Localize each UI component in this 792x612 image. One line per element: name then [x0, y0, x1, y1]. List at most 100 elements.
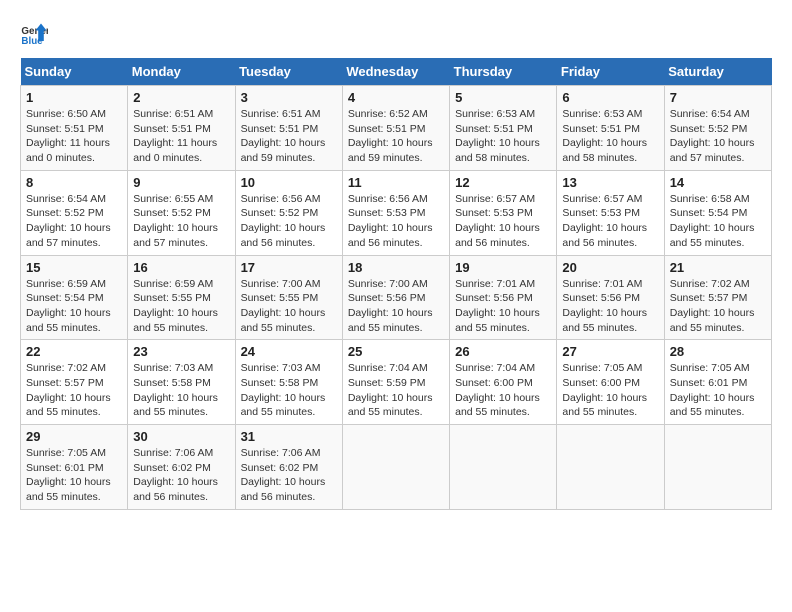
day-info: Sunrise: 7:00 AM Sunset: 5:56 PM Dayligh… — [348, 277, 444, 336]
calendar-cell — [450, 425, 557, 510]
calendar-cell — [557, 425, 664, 510]
day-number: 9 — [133, 175, 229, 190]
day-number: 22 — [26, 344, 122, 359]
day-info: Sunrise: 6:50 AM Sunset: 5:51 PM Dayligh… — [26, 107, 122, 166]
day-number: 7 — [670, 90, 766, 105]
day-number: 18 — [348, 260, 444, 275]
day-number: 27 — [562, 344, 658, 359]
day-info: Sunrise: 7:06 AM Sunset: 6:02 PM Dayligh… — [133, 446, 229, 505]
calendar-cell: 6 Sunrise: 6:53 AM Sunset: 5:51 PM Dayli… — [557, 86, 664, 171]
day-number: 4 — [348, 90, 444, 105]
day-info: Sunrise: 7:02 AM Sunset: 5:57 PM Dayligh… — [26, 361, 122, 420]
day-number: 26 — [455, 344, 551, 359]
day-number: 23 — [133, 344, 229, 359]
logo: General Blue — [20, 20, 52, 48]
day-number: 28 — [670, 344, 766, 359]
calendar-cell: 15 Sunrise: 6:59 AM Sunset: 5:54 PM Dayl… — [21, 255, 128, 340]
day-info: Sunrise: 6:59 AM Sunset: 5:55 PM Dayligh… — [133, 277, 229, 336]
logo-icon: General Blue — [20, 20, 48, 48]
calendar-cell — [342, 425, 449, 510]
calendar-week-2: 8 Sunrise: 6:54 AM Sunset: 5:52 PM Dayli… — [21, 170, 772, 255]
day-number: 8 — [26, 175, 122, 190]
page-header: General Blue — [20, 20, 772, 48]
calendar-week-4: 22 Sunrise: 7:02 AM Sunset: 5:57 PM Dayl… — [21, 340, 772, 425]
calendar-cell: 17 Sunrise: 7:00 AM Sunset: 5:55 PM Dayl… — [235, 255, 342, 340]
calendar-cell: 19 Sunrise: 7:01 AM Sunset: 5:56 PM Dayl… — [450, 255, 557, 340]
day-info: Sunrise: 6:53 AM Sunset: 5:51 PM Dayligh… — [562, 107, 658, 166]
day-number: 5 — [455, 90, 551, 105]
calendar-table: SundayMondayTuesdayWednesdayThursdayFrid… — [20, 58, 772, 510]
day-number: 2 — [133, 90, 229, 105]
calendar-cell — [664, 425, 771, 510]
day-info: Sunrise: 6:51 AM Sunset: 5:51 PM Dayligh… — [241, 107, 337, 166]
calendar-cell: 16 Sunrise: 6:59 AM Sunset: 5:55 PM Dayl… — [128, 255, 235, 340]
calendar-cell: 12 Sunrise: 6:57 AM Sunset: 5:53 PM Dayl… — [450, 170, 557, 255]
header-day-saturday: Saturday — [664, 58, 771, 86]
day-info: Sunrise: 7:01 AM Sunset: 5:56 PM Dayligh… — [455, 277, 551, 336]
calendar-cell: 7 Sunrise: 6:54 AM Sunset: 5:52 PM Dayli… — [664, 86, 771, 171]
calendar-week-3: 15 Sunrise: 6:59 AM Sunset: 5:54 PM Dayl… — [21, 255, 772, 340]
calendar-cell: 23 Sunrise: 7:03 AM Sunset: 5:58 PM Dayl… — [128, 340, 235, 425]
day-info: Sunrise: 7:05 AM Sunset: 6:01 PM Dayligh… — [26, 446, 122, 505]
calendar-cell: 11 Sunrise: 6:56 AM Sunset: 5:53 PM Dayl… — [342, 170, 449, 255]
calendar-cell: 21 Sunrise: 7:02 AM Sunset: 5:57 PM Dayl… — [664, 255, 771, 340]
day-info: Sunrise: 6:55 AM Sunset: 5:52 PM Dayligh… — [133, 192, 229, 251]
day-info: Sunrise: 7:00 AM Sunset: 5:55 PM Dayligh… — [241, 277, 337, 336]
day-number: 3 — [241, 90, 337, 105]
day-number: 15 — [26, 260, 122, 275]
day-number: 31 — [241, 429, 337, 444]
calendar-cell: 28 Sunrise: 7:05 AM Sunset: 6:01 PM Dayl… — [664, 340, 771, 425]
calendar-cell: 24 Sunrise: 7:03 AM Sunset: 5:58 PM Dayl… — [235, 340, 342, 425]
calendar-cell: 31 Sunrise: 7:06 AM Sunset: 6:02 PM Dayl… — [235, 425, 342, 510]
calendar-cell: 5 Sunrise: 6:53 AM Sunset: 5:51 PM Dayli… — [450, 86, 557, 171]
calendar-cell: 3 Sunrise: 6:51 AM Sunset: 5:51 PM Dayli… — [235, 86, 342, 171]
day-number: 17 — [241, 260, 337, 275]
day-info: Sunrise: 6:56 AM Sunset: 5:53 PM Dayligh… — [348, 192, 444, 251]
day-info: Sunrise: 7:03 AM Sunset: 5:58 PM Dayligh… — [133, 361, 229, 420]
calendar-cell: 9 Sunrise: 6:55 AM Sunset: 5:52 PM Dayli… — [128, 170, 235, 255]
day-number: 29 — [26, 429, 122, 444]
day-info: Sunrise: 6:51 AM Sunset: 5:51 PM Dayligh… — [133, 107, 229, 166]
day-number: 24 — [241, 344, 337, 359]
calendar-cell: 10 Sunrise: 6:56 AM Sunset: 5:52 PM Dayl… — [235, 170, 342, 255]
day-info: Sunrise: 7:02 AM Sunset: 5:57 PM Dayligh… — [670, 277, 766, 336]
calendar-cell: 14 Sunrise: 6:58 AM Sunset: 5:54 PM Dayl… — [664, 170, 771, 255]
day-info: Sunrise: 6:57 AM Sunset: 5:53 PM Dayligh… — [455, 192, 551, 251]
day-number: 6 — [562, 90, 658, 105]
header-day-friday: Friday — [557, 58, 664, 86]
calendar-cell: 26 Sunrise: 7:04 AM Sunset: 6:00 PM Dayl… — [450, 340, 557, 425]
calendar-cell: 22 Sunrise: 7:02 AM Sunset: 5:57 PM Dayl… — [21, 340, 128, 425]
header-day-monday: Monday — [128, 58, 235, 86]
day-info: Sunrise: 6:54 AM Sunset: 5:52 PM Dayligh… — [26, 192, 122, 251]
header-day-wednesday: Wednesday — [342, 58, 449, 86]
day-number: 20 — [562, 260, 658, 275]
day-number: 1 — [26, 90, 122, 105]
calendar-week-5: 29 Sunrise: 7:05 AM Sunset: 6:01 PM Dayl… — [21, 425, 772, 510]
day-info: Sunrise: 7:05 AM Sunset: 6:01 PM Dayligh… — [670, 361, 766, 420]
day-info: Sunrise: 7:03 AM Sunset: 5:58 PM Dayligh… — [241, 361, 337, 420]
day-number: 14 — [670, 175, 766, 190]
calendar-cell: 29 Sunrise: 7:05 AM Sunset: 6:01 PM Dayl… — [21, 425, 128, 510]
day-info: Sunrise: 6:56 AM Sunset: 5:52 PM Dayligh… — [241, 192, 337, 251]
day-info: Sunrise: 6:54 AM Sunset: 5:52 PM Dayligh… — [670, 107, 766, 166]
day-number: 16 — [133, 260, 229, 275]
day-number: 10 — [241, 175, 337, 190]
calendar-body: 1 Sunrise: 6:50 AM Sunset: 5:51 PM Dayli… — [21, 86, 772, 510]
calendar-cell: 27 Sunrise: 7:05 AM Sunset: 6:00 PM Dayl… — [557, 340, 664, 425]
calendar-cell: 25 Sunrise: 7:04 AM Sunset: 5:59 PM Dayl… — [342, 340, 449, 425]
header-row: SundayMondayTuesdayWednesdayThursdayFrid… — [21, 58, 772, 86]
calendar-header: SundayMondayTuesdayWednesdayThursdayFrid… — [21, 58, 772, 86]
day-info: Sunrise: 7:06 AM Sunset: 6:02 PM Dayligh… — [241, 446, 337, 505]
calendar-cell: 20 Sunrise: 7:01 AM Sunset: 5:56 PM Dayl… — [557, 255, 664, 340]
header-day-sunday: Sunday — [21, 58, 128, 86]
day-number: 21 — [670, 260, 766, 275]
day-info: Sunrise: 6:59 AM Sunset: 5:54 PM Dayligh… — [26, 277, 122, 336]
day-number: 12 — [455, 175, 551, 190]
calendar-cell: 4 Sunrise: 6:52 AM Sunset: 5:51 PM Dayli… — [342, 86, 449, 171]
day-number: 30 — [133, 429, 229, 444]
day-info: Sunrise: 7:01 AM Sunset: 5:56 PM Dayligh… — [562, 277, 658, 336]
calendar-cell: 13 Sunrise: 6:57 AM Sunset: 5:53 PM Dayl… — [557, 170, 664, 255]
calendar-week-1: 1 Sunrise: 6:50 AM Sunset: 5:51 PM Dayli… — [21, 86, 772, 171]
header-day-thursday: Thursday — [450, 58, 557, 86]
day-info: Sunrise: 6:58 AM Sunset: 5:54 PM Dayligh… — [670, 192, 766, 251]
